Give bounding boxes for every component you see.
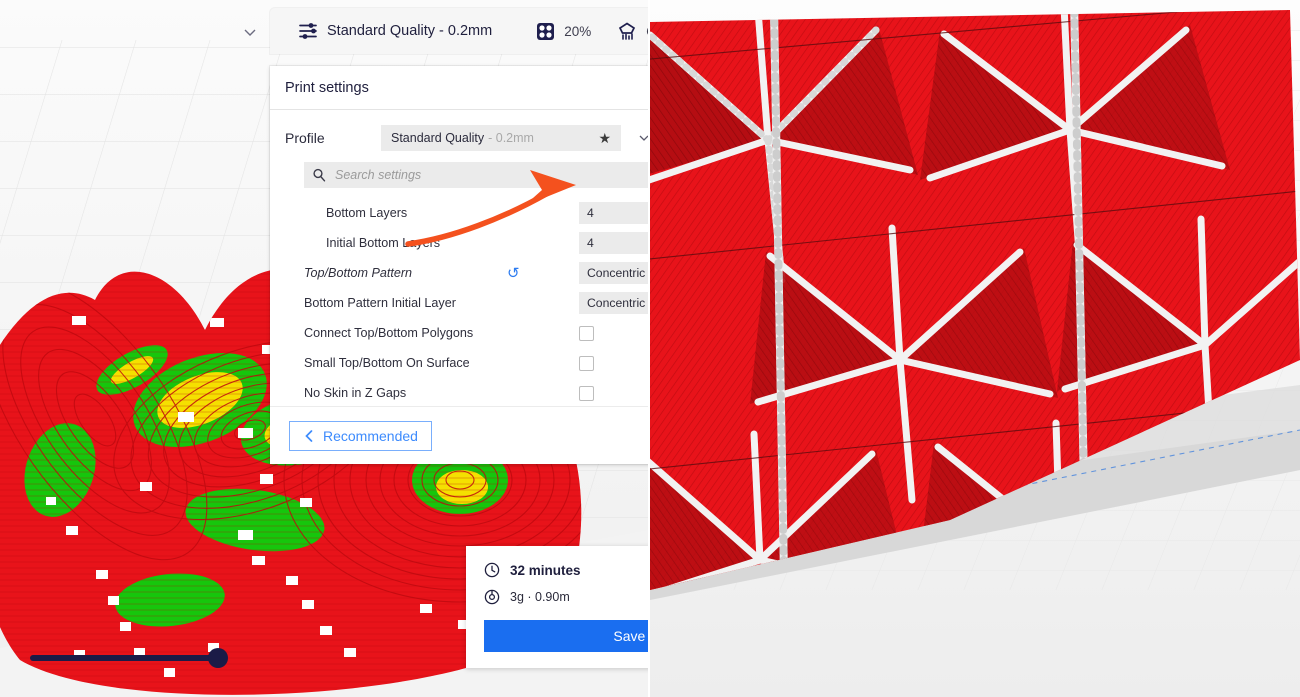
setting-value[interactable]: 4 [579, 232, 648, 254]
setting-value[interactable]: 4 [579, 202, 648, 224]
save-to-disk-button-left[interactable]: Save to Disk [484, 620, 648, 652]
profile-row-left: Profile Standard Quality - 0.2mm ★ [270, 116, 648, 160]
toolbar-profile-left[interactable]: Standard Quality - 0.2mm [298, 22, 492, 40]
print-time-value-left: 32 minutes [510, 562, 581, 578]
setting-label: Bottom Pattern Initial Layer [304, 296, 456, 310]
collapse-chevron-icon-left[interactable] [242, 24, 258, 40]
settings-search-left[interactable]: Search settings [304, 162, 648, 188]
setting-row[interactable]: No Skin in Z Gaps [292, 378, 648, 408]
setting-value[interactable]: Concentric [579, 292, 648, 314]
setting-label: Top/Bottom Pattern [304, 266, 413, 280]
search-input-placeholder[interactable]: Search settings [335, 168, 421, 182]
sliced-model-right [650, 10, 1300, 590]
setting-row[interactable]: Small Top/Bottom On Surface [292, 348, 648, 378]
clock-icon [484, 562, 500, 578]
support-icon [619, 21, 636, 40]
setting-row[interactable]: Connect Top/Bottom Polygons [292, 318, 648, 348]
toolbar-infill-value: 20% [564, 23, 592, 39]
setting-checkbox[interactable] [579, 385, 594, 401]
spool-icon [484, 589, 500, 605]
print-settings-panel-left: Print settings Profile Standard Quality … [270, 66, 648, 464]
infill-icon [537, 22, 555, 40]
toolbar-profile-label: Standard Quality - 0.2mm [327, 23, 493, 39]
setting-row[interactable]: Bottom Layers 4 [292, 198, 648, 228]
setting-value[interactable]: Concentric [579, 262, 648, 284]
panel-footer-left: Recommended [270, 406, 648, 464]
setting-label: Connect Top/Bottom Polygons [304, 326, 474, 340]
toolbar-infill-left[interactable]: 20% [536, 22, 591, 41]
setting-row[interactable]: Bottom Pattern Initial Layer Concentric [292, 288, 648, 318]
setting-label: Initial Bottom Layers [326, 236, 441, 250]
search-icon [313, 168, 326, 182]
setting-label: No Skin in Z Gaps [304, 386, 407, 400]
setting-label: Small Top/Bottom On Surface [304, 356, 470, 370]
chevron-left-icon [305, 429, 313, 442]
app-root: Standard Quality - 0.2mm 20% On [0, 0, 1300, 697]
sliders-icon [299, 23, 317, 39]
setting-checkbox[interactable] [579, 325, 594, 341]
layer-slider-track[interactable] [30, 648, 228, 668]
material-value-left: 3g · 0.90m [510, 590, 570, 604]
recommended-button-label: Recommended [323, 427, 418, 444]
layer-slider-left[interactable] [30, 648, 228, 668]
material-row-left: 3g · 0.90m [466, 589, 648, 605]
toolbar-support-left[interactable]: On [617, 21, 648, 41]
setting-label: Bottom Layers [326, 206, 408, 220]
star-icon[interactable]: ★ [598, 130, 611, 147]
setting-row[interactable]: Top/Bottom Pattern ↺ Concentric [292, 258, 648, 288]
setting-checkbox[interactable] [579, 355, 594, 371]
settings-list-left[interactable]: Bottom Layers 4 Initial Bottom Layers 4 Top/… [270, 198, 648, 408]
print-info-card-left: 32 minutes 3g · 0.90m Save to Disk [466, 546, 648, 668]
setting-row[interactable]: Initial Bottom Layers 4 [292, 228, 648, 258]
print-setup-toolbar-left: Standard Quality - 0.2mm 20% On [270, 8, 648, 54]
viewport-3d-right[interactable] [650, 0, 1300, 697]
recommended-button-left[interactable]: Recommended [289, 420, 432, 451]
profile-select-name: Standard Quality [391, 131, 485, 145]
save-to-disk-label: Save to Disk [613, 628, 648, 644]
layer-slider-handle[interactable] [208, 648, 228, 668]
panel-title-left: Print settings [270, 66, 648, 110]
profile-label: Profile [285, 130, 325, 146]
print-time-row-left: 32 minutes [466, 562, 648, 578]
profile-select-left[interactable]: Standard Quality - 0.2mm ★ [381, 125, 621, 151]
revert-icon[interactable]: ↺ [507, 266, 520, 281]
toolbar-support-value: On [646, 24, 648, 39]
screenshot-left-half: Standard Quality - 0.2mm 20% On [0, 0, 648, 697]
screenshot-right-half: Standard Quality - 0.2mm 20% Off [650, 0, 1300, 697]
profile-select-variant: - 0.2mm [488, 131, 534, 145]
chevron-down-icon[interactable] [637, 131, 648, 145]
